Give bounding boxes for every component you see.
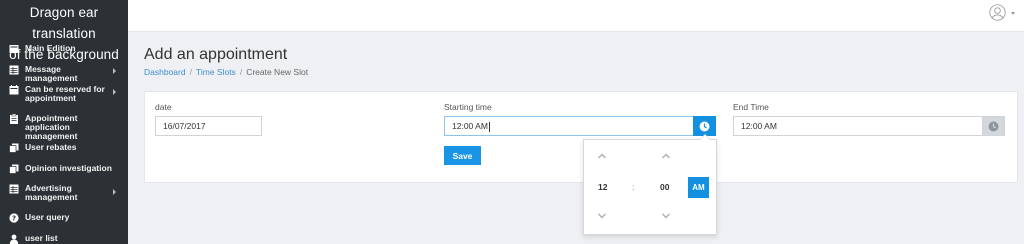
user-circle-icon[interactable] (989, 4, 1006, 21)
sidebar-item-user-query[interactable]: ? User query (0, 213, 128, 223)
form-card (144, 91, 1018, 183)
start-time-label: Starting time (444, 102, 492, 112)
hour-decrement-icon[interactable] (597, 212, 607, 220)
calendar-icon (9, 85, 19, 95)
sidebar-item-label: User rebates (25, 142, 77, 152)
brand-line-1: Dragon ear translation (29, 5, 99, 41)
sidebar-item-reservable[interactable]: Can be reserved for appointment (0, 85, 128, 103)
sidebar-item-message-management[interactable]: Message management (0, 65, 128, 83)
clipboard-icon (10, 114, 18, 124)
time-separator: : (632, 182, 635, 192)
minute-decrement-icon[interactable] (661, 212, 671, 220)
start-time-value: 12:00 AM (452, 121, 488, 131)
save-button[interactable]: Save (444, 146, 481, 165)
sidebar-item-label: Message management (25, 64, 78, 83)
copy-icon (9, 143, 19, 153)
sidebar-item-label: Appointment application management (25, 113, 78, 141)
top-bar (128, 0, 1024, 32)
chevron-down-icon[interactable] (1011, 12, 1015, 15)
svg-text:?: ? (12, 215, 16, 223)
chevron-right-icon (113, 189, 116, 195)
dashboard-icon (9, 45, 19, 53)
end-time-clock-button[interactable] (982, 116, 1005, 136)
breadcrumb-current: Create New Slot (246, 67, 309, 77)
clock-icon (988, 121, 999, 131)
question-icon: ? (9, 213, 19, 223)
sidebar-item-label: Opinion investigation (25, 163, 112, 173)
breadcrumb-time-slots[interactable]: Time Slots (196, 67, 236, 77)
sidebar-item-user-rebates[interactable]: User rebates (0, 143, 128, 153)
brand: Dragon ear translation of the background (0, 0, 128, 62)
start-time-field[interactable]: 12:00 AM (444, 116, 694, 136)
date-label: date (155, 102, 172, 112)
minute-value[interactable]: 00 (660, 182, 669, 192)
hour-increment-icon[interactable] (597, 152, 607, 160)
breadcrumb-dashboard[interactable]: Dashboard (144, 67, 186, 77)
minute-increment-icon[interactable] (661, 152, 671, 160)
sidebar: Dragon ear translation of the background… (0, 0, 128, 244)
start-time-clock-button[interactable] (693, 116, 716, 136)
sidebar-item-label: user list (25, 233, 58, 243)
user-icon (9, 234, 19, 244)
date-field[interactable]: 16/07/2017 (155, 116, 262, 136)
sidebar-item-main-edition[interactable]: Main Edition (0, 44, 128, 54)
copy-icon (9, 164, 19, 174)
sidebar-item-label: User query (25, 212, 70, 222)
sidebar-item-opinion-investigation[interactable]: Opinion investigation (0, 164, 128, 174)
text-cursor (488, 121, 490, 132)
sidebar-item-label: Can be reserved for appointment (25, 84, 105, 103)
clock-icon (699, 121, 710, 131)
sidebar-item-label: Advertising management (25, 183, 78, 202)
table-icon (9, 184, 19, 194)
breadcrumb-separator: / (189, 67, 192, 77)
breadcrumb: Dashboard / Time Slots / Create New Slot (144, 67, 308, 77)
page-title: Add an appointment (144, 46, 288, 63)
sidebar-item-label: Main Edition (25, 43, 76, 53)
chevron-right-icon (113, 89, 116, 95)
hour-value[interactable]: 12 (598, 182, 607, 192)
breadcrumb-separator: / (239, 67, 243, 77)
table-icon (9, 65, 19, 75)
end-time-field[interactable]: 12:00 AM (733, 116, 983, 136)
sidebar-item-advertising-management[interactable]: Advertising management (0, 184, 128, 202)
time-picker-popup: 12 : 00 AM (583, 134, 717, 235)
sidebar-item-appointment-application[interactable]: Appointment application management (0, 114, 128, 141)
end-time-label: End Time (733, 102, 769, 112)
meridian-toggle[interactable]: AM (688, 177, 709, 198)
sidebar-item-user-list[interactable]: user list (0, 234, 128, 244)
chevron-right-icon (113, 68, 116, 74)
